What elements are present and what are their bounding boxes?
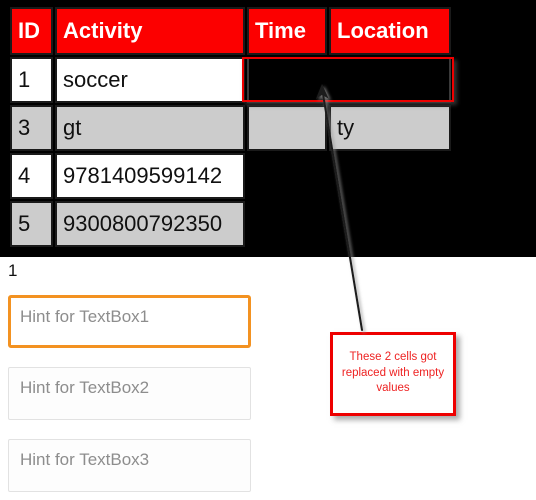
cell-id: 4 [10,153,53,199]
record-count-label: 1 [8,261,18,280]
cell-activity: gt [55,105,245,151]
column-header-location: Location [329,7,451,55]
cell-activity: 9781409599142 [55,153,245,199]
column-header-id: ID [10,7,53,55]
textbox-1-placeholder: Hint for TextBox1 [20,307,150,326]
column-header-activity: Activity [55,7,245,55]
textbox-3-field[interactable]: Hint for TextBox3 [8,439,251,492]
activities-table: ID Activity Time Location 1 soccer 3 gt … [8,5,453,249]
column-header-time: Time [247,7,327,55]
cell-id: 3 [10,105,53,151]
table-header-row: ID Activity Time Location [10,7,451,55]
table-row[interactable]: 3 gt ty [10,105,451,151]
table-row[interactable]: 4 9781409599142 [10,153,451,199]
textbox-3-placeholder: Hint for TextBox3 [20,450,150,469]
cell-activity: soccer [55,57,245,103]
cell-time-location-empty[interactable] [247,57,451,103]
textbox-2-placeholder: Hint for TextBox2 [20,378,150,397]
table-row[interactable]: 1 soccer [10,57,451,103]
cell-time [247,105,327,151]
textbox-1-field[interactable]: Hint for TextBox1 [8,295,251,348]
annotation-callout-text: These 2 cells got replaced with empty va… [341,351,445,395]
annotation-callout-box: These 2 cells got replaced with empty va… [330,332,456,416]
table-row[interactable]: 5 9300800792350 [10,201,451,247]
cell-location: ty [329,105,451,151]
cell-id: 1 [10,57,53,103]
cell-activity: 9300800792350 [55,201,245,247]
app-content-area: ID Activity Time Location 1 soccer 3 gt … [0,0,536,257]
cell-id: 5 [10,201,53,247]
textbox-2-field[interactable]: Hint for TextBox2 [8,367,251,420]
